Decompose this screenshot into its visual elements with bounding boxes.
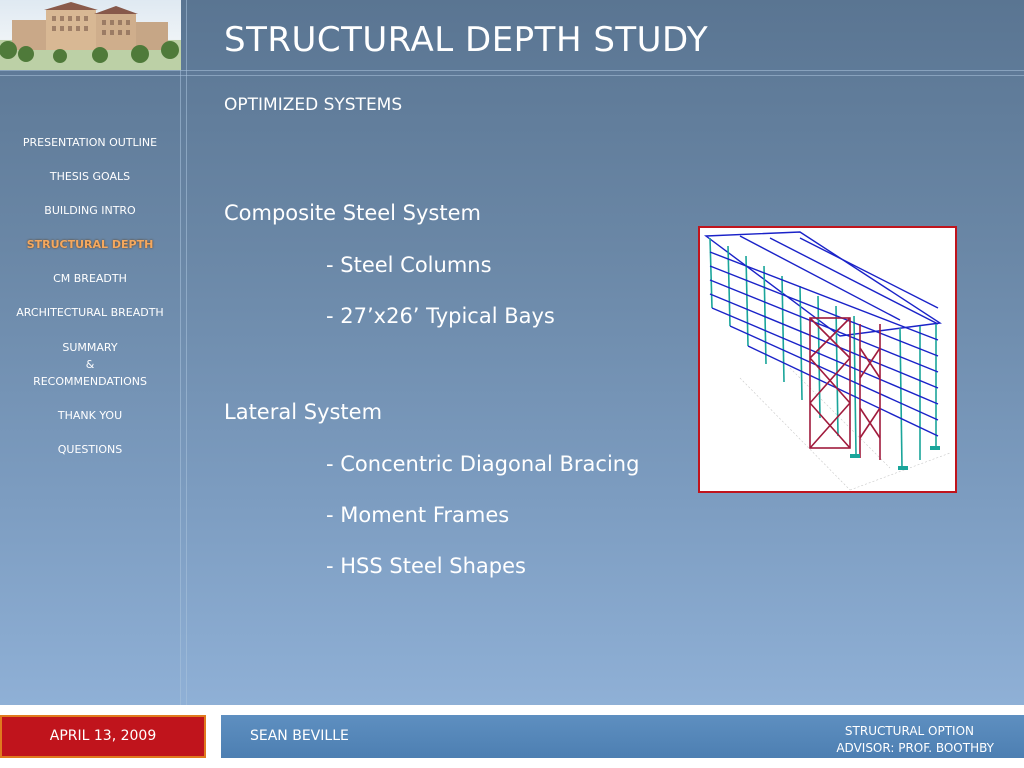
nav-item-structural-depth[interactable]: STRUCTURAL DEPTH [0, 236, 180, 253]
composite-heading: Composite Steel System [224, 201, 481, 225]
nav-item-recommendations[interactable]: RECOMMENDATIONS [0, 373, 180, 390]
bullet-item: - HSS Steel Shapes [326, 554, 526, 578]
nav-item-cm-breadth[interactable]: CM BREADTH [0, 270, 180, 287]
bullet-item: - Concentric Diagonal Bracing [326, 452, 640, 476]
lateral-heading: Lateral System [224, 400, 383, 424]
slide-title: STRUCTURAL DEPTH STUDY [224, 20, 709, 60]
slide-background: STRUCTURAL DEPTH STUDY OPTIMIZED SYSTEMS… [0, 0, 1024, 705]
nav-item-building-intro[interactable]: BUILDING INTRO [0, 202, 180, 219]
nav-item-ampersand[interactable]: & [0, 356, 180, 373]
slide-subtitle: OPTIMIZED SYSTEMS [224, 95, 403, 115]
footer-option: STRUCTURAL OPTION [844, 724, 974, 738]
nav-item-presentation-outline[interactable]: PRESENTATION OUTLINE [0, 134, 180, 151]
nav-item-architectural-breadth[interactable]: ARCHITECTURAL BREADTH [0, 304, 180, 321]
bullet-item: - Moment Frames [326, 503, 510, 527]
nav-item-thank-you[interactable]: THANK YOU [0, 407, 180, 424]
structural-steel-model-image [698, 226, 957, 493]
footer-date: APRIL 13, 2009 [0, 715, 206, 758]
nav-item-thesis-goals[interactable]: THESIS GOALS [0, 168, 180, 185]
footer-advisor: ADVISOR: PROF. BOOTHBY [836, 741, 994, 755]
divider-line [0, 70, 1024, 71]
bullet-item: - 27’x26’ Typical Bays [326, 304, 555, 328]
footer-option-block: STRUCTURAL OPTION ADVISOR: PROF. BOOTHBY [794, 723, 994, 757]
nav-item-questions[interactable]: QUESTIONS [0, 441, 180, 458]
footer-presenter-name: SEAN BEVILLE [250, 728, 349, 744]
divider-line [186, 0, 187, 705]
divider-line [180, 0, 181, 705]
bullet-item: - Steel Columns [326, 253, 492, 277]
building-rendering-image [0, 0, 181, 70]
divider-line [0, 75, 1024, 76]
nav-item-summary[interactable]: SUMMARY [0, 339, 180, 356]
